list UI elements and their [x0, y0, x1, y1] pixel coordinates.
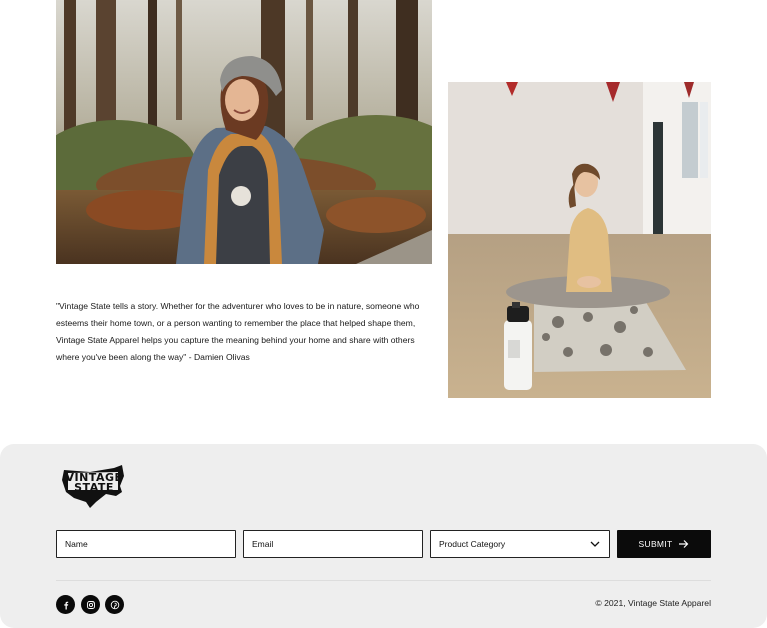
instagram-link[interactable]	[81, 595, 100, 614]
testimonial-quote: "Vintage State tells a story. Whether fo…	[56, 301, 420, 362]
logo-line-2: STATE	[74, 481, 114, 494]
email-field[interactable]: Email	[243, 530, 423, 558]
chevron-down-icon	[590, 541, 600, 547]
name-field[interactable]: Name	[56, 530, 236, 558]
email-field-label: Email	[252, 539, 274, 549]
hiker-photo	[56, 0, 432, 264]
site-footer: VINTAGE STATE Name Email Product Categor…	[0, 444, 767, 628]
name-field-label: Name	[65, 539, 88, 549]
copyright-text: © 2021, Vintage State Apparel	[595, 598, 711, 608]
arrow-right-icon	[679, 540, 689, 548]
yoga-photo	[448, 82, 711, 398]
brand-logo[interactable]: VINTAGE STATE	[60, 462, 128, 510]
pinterest-icon	[110, 600, 119, 609]
pinterest-link[interactable]	[105, 595, 124, 614]
footer-divider	[56, 580, 711, 581]
submit-label: SUBMIT	[638, 539, 673, 549]
facebook-icon	[63, 601, 68, 609]
submit-button[interactable]: SUBMIT	[617, 530, 711, 558]
instagram-icon	[86, 600, 95, 609]
product-category-label: Product Category	[439, 539, 506, 549]
facebook-link[interactable]	[56, 595, 75, 614]
product-category-select[interactable]: Product Category	[430, 530, 610, 558]
